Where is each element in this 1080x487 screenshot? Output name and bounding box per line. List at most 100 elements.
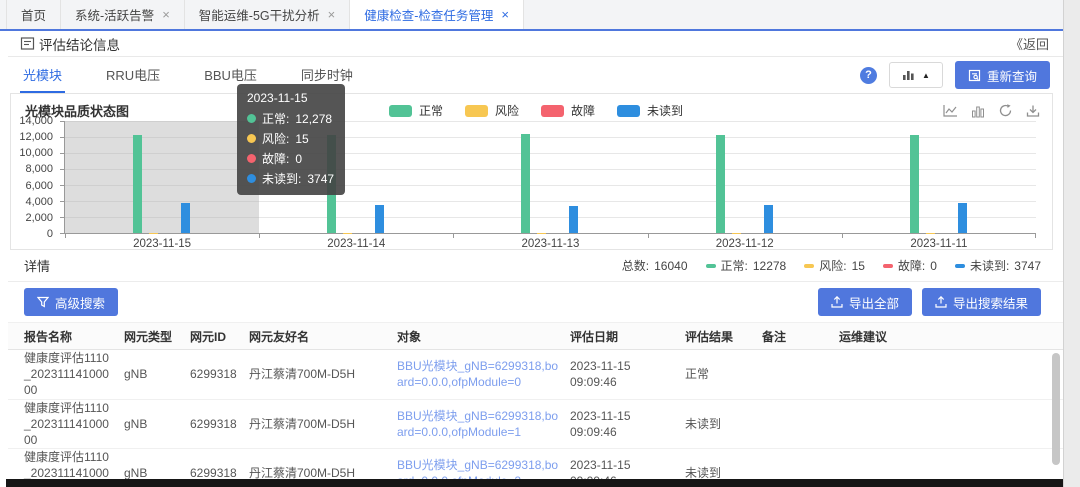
stat-value: 0 [930,259,937,273]
cell-report: 健康度评估1110_20231114100000 [24,449,124,479]
tab-active-alarms[interactable]: 系统-活跃告警 × [61,0,185,29]
close-icon[interactable]: × [501,8,509,21]
tooltip-value: 3747 [307,172,334,186]
bar-未读到[interactable] [764,205,773,233]
bar-正常[interactable] [521,134,530,233]
y-tick [60,185,64,186]
col-result: 评估结果 [685,328,762,345]
line-chart-icon[interactable] [943,104,958,118]
window-bottom-bar [6,479,1063,487]
advanced-search-label: 高级搜索 [55,293,105,312]
x-tick [648,234,649,238]
series-dot [247,114,256,123]
col-ne_id: 网元ID [190,328,249,345]
stat-unread: 未读到:3747 [955,257,1041,274]
legend-item-unread[interactable]: 未读到 [617,102,683,119]
page-title: 评估结论信息 [39,34,120,54]
export-results-label: 导出搜索结果 [953,293,1028,312]
requery-button[interactable]: 重新查询 [955,61,1050,89]
y-tick [60,217,64,218]
x-tick [259,234,260,238]
y-tick-label: 10,000 [19,147,53,159]
bar-正常[interactable] [716,135,725,233]
requery-icon [968,69,981,82]
cell-object[interactable]: BBU光模块_gNB=6299318,board=0.0.0,ofpModule… [397,408,570,440]
x-tick [65,234,66,238]
cell-report: 健康度评估1110_20231114100000 [24,400,124,449]
stat-swatch [883,264,893,268]
table-row: 健康度评估1110_20231114100000gNB6299318丹江蔡清70… [8,400,1063,450]
cell-date: 2023-11-15 09:09:46 [570,408,685,440]
cell-ne_name: 丹江蔡清700M-D5H [249,416,397,432]
cell-ne_name: 丹江蔡清700M-D5H [249,465,397,479]
legend-label: 正常 [419,102,443,119]
cell-ne_id: 6299318 [190,416,249,432]
x-tick [1035,234,1036,238]
y-tick [60,233,64,234]
table-row: 健康度评估1110_20231114100000gNB6299318丹江蔡清70… [8,350,1063,400]
back-label: 返回 [1023,37,1049,52]
tab-5g-interference[interactable]: 智能运维-5G干扰分析 × [185,0,350,29]
table-actions: 高级搜索 导出全部 导出搜索结果 [8,282,1063,322]
help-icon[interactable]: ? [860,67,877,84]
chart-plot: 2023-11-152023-11-142023-11-132023-11-12… [64,121,1036,234]
export-results-button[interactable]: 导出搜索结果 [922,288,1041,316]
refresh-icon[interactable] [998,103,1013,118]
download-icon[interactable] [1026,104,1040,118]
back-button[interactable]: 《返回 [1010,34,1049,53]
y-tick [60,153,64,154]
bar-正常[interactable] [133,135,142,233]
export-all-button[interactable]: 导出全部 [818,288,912,316]
bar-chart-icon[interactable] [971,104,985,118]
chart-y-axis: 14,00012,00010,0008,0006,0004,0002,0000 [11,121,59,234]
cell-object[interactable]: BBU光模块_gNB=6299318,board=0.0.0,ofpModule… [397,457,570,479]
cell-result: 正常 [685,366,762,382]
col-date: 评估日期 [570,328,685,345]
subtab-rru-voltage[interactable]: RRU电压 [103,57,163,93]
chart-collapse-toggle[interactable]: ▲ [889,62,943,88]
y-tick-label: 14,000 [19,115,53,127]
table-scrollbar[interactable] [1052,353,1060,465]
stat-value: 16040 [654,259,687,273]
bar-未读到[interactable] [958,203,967,233]
bar-未读到[interactable] [375,205,384,233]
tab-home[interactable]: 首页 [6,0,61,29]
stat-swatch [804,264,814,268]
bar-正常[interactable] [910,135,919,233]
y-tick [60,137,64,138]
legend-item-normal[interactable]: 正常 [389,102,443,119]
top-tabbar: 首页 系统-活跃告警 × 智能运维-5G干扰分析 × 健康检查-检查任务管理 × [0,0,1063,31]
stat-value: 15 [852,259,865,273]
cell-ne_type: gNB [124,366,190,382]
bar-未读到[interactable] [569,206,578,233]
series-dot [247,174,256,183]
col-object: 对象 [397,328,570,345]
filter-icon [37,296,49,308]
chart-group: 2023-11-12 [648,121,842,233]
cell-ne_type: gNB [124,416,190,432]
chart-group: 2023-11-13 [453,121,647,233]
bar-未读到[interactable] [181,203,190,233]
close-icon[interactable]: × [162,8,170,21]
cell-object[interactable]: BBU光模块_gNB=6299318,board=0.0.0,ofpModule… [397,358,570,390]
legend-item-risk[interactable]: 风险 [465,102,519,119]
legend-item-fault[interactable]: 故障 [541,102,595,119]
subtab-label: BBU电压 [204,65,257,84]
tab-health-check-tasks[interactable]: 健康检查-检查任务管理 × [350,0,524,29]
y-tick-label: 12,000 [19,131,53,143]
cell-ne_id: 6299318 [190,465,249,479]
module-tabs: 光模块 RRU电压 BBU电压 同步时钟 ? ▲ 重新查询 [8,57,1063,93]
stat-label: 故障: [898,257,925,274]
window-right-gutter [1063,0,1080,487]
subtab-optical-module[interactable]: 光模块 [20,57,65,93]
results-table: 报告名称网元类型网元ID网元友好名对象评估日期评估结果备注运维建议 健康度评估1… [8,322,1063,479]
stat-fault: 故障: 0 [883,257,937,274]
table-header: 报告名称网元类型网元ID网元友好名对象评估日期评估结果备注运维建议 [8,323,1063,350]
close-icon[interactable]: × [328,8,336,21]
cell-date: 2023-11-15 09:09:46 [570,457,685,479]
bar-chart-icon [902,69,915,81]
advanced-search-button[interactable]: 高级搜索 [24,288,118,316]
col-suggestion: 运维建议 [839,328,1063,345]
tooltip-value: 0 [295,152,302,166]
chart-card: 光模块品质状态图 正常 风险 故障 未读到 14,00012,00010,000… [10,93,1053,250]
